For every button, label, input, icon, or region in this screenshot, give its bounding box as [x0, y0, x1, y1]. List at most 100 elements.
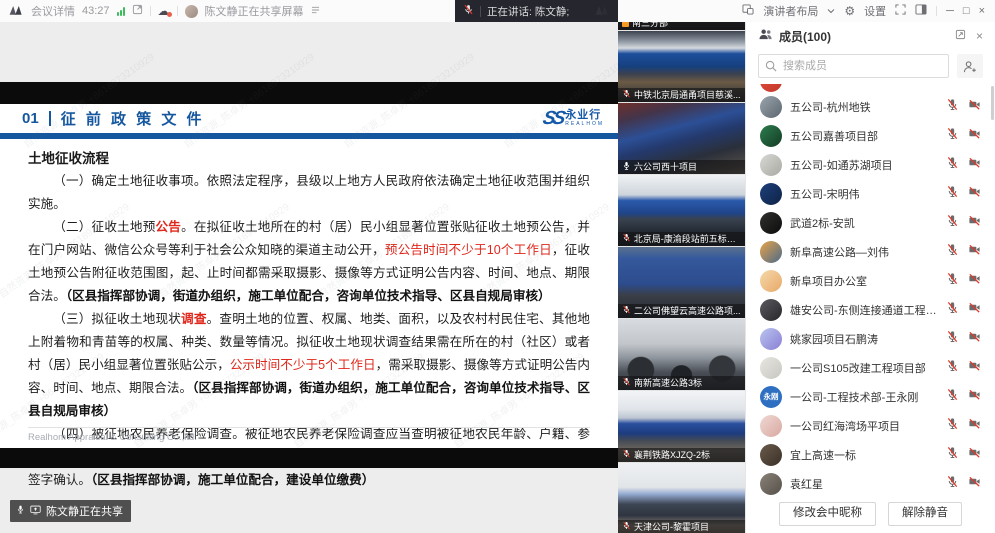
- slide-section-title: 征 前 政 策 文 件: [61, 108, 205, 129]
- search-member-input[interactable]: [758, 54, 949, 78]
- member-search-row: [746, 50, 995, 82]
- mic-muted-icon[interactable]: [946, 388, 959, 406]
- company-logo-cn: 永业行: [565, 110, 604, 121]
- popout-window-icon[interactable]: [132, 4, 143, 18]
- camera-off-icon[interactable]: [968, 359, 981, 377]
- chevron-down-icon[interactable]: [827, 5, 835, 17]
- member-row-partial[interactable]: [746, 84, 995, 92]
- popout-panel-icon[interactable]: [955, 27, 966, 45]
- mic-muted-icon[interactable]: [946, 185, 959, 203]
- slide-body: 土地征收流程 （一）确定土地征收事项。依照法定程序，县级以上地方人民政府依法确定…: [0, 139, 618, 448]
- add-member-button[interactable]: [957, 54, 983, 78]
- mic-muted-icon[interactable]: [946, 417, 959, 435]
- video-thumbnail[interactable]: 六公司西十项目: [618, 103, 745, 174]
- camera-off-icon[interactable]: [968, 272, 981, 290]
- unmute-button[interactable]: 解除静音: [888, 502, 962, 526]
- mic-muted-icon: [463, 4, 474, 18]
- mic-muted-icon[interactable]: [946, 98, 959, 116]
- member-name: 新阜高速公路—刘伟: [790, 244, 938, 260]
- mic-muted-icon[interactable]: [946, 272, 959, 290]
- mic-on-icon: [622, 161, 631, 173]
- camera-off-icon[interactable]: [968, 475, 981, 493]
- mic-muted-icon: [622, 233, 631, 245]
- avatar: [760, 241, 782, 263]
- search-icon: [765, 59, 777, 77]
- close-panel-icon[interactable]: ×: [976, 29, 983, 43]
- company-logo-glyph: SS: [541, 108, 565, 130]
- camera-off-icon[interactable]: [968, 185, 981, 203]
- mic-muted-icon[interactable]: [946, 127, 959, 145]
- camera-off-icon[interactable]: [968, 243, 981, 261]
- video-thumbnail-label: 六公司西十项目: [618, 160, 745, 174]
- members-panel: 成员(100) × 五公司-杭州地铁五公司嘉善项目部五公司-如通苏湖项目五公司-…: [745, 22, 995, 533]
- sharing-status-text: 陈文静正在共享屏幕: [205, 3, 304, 19]
- member-row[interactable]: 五公司-杭州地铁: [746, 92, 995, 121]
- video-thumbnail[interactable]: 二公司佛望云高速公路项...: [618, 247, 745, 318]
- member-row[interactable]: 一公司S105改建工程项目部: [746, 353, 995, 382]
- camera-off-icon[interactable]: [968, 127, 981, 145]
- camera-off-icon[interactable]: [968, 214, 981, 232]
- members-title: 成员(100): [779, 28, 831, 45]
- maximize-button[interactable]: □: [963, 6, 970, 17]
- side-panel-toggle-icon[interactable]: [915, 4, 927, 18]
- cloud-record-icon[interactable]: ☁: [158, 5, 170, 17]
- meeting-timer: 43:27: [82, 5, 110, 17]
- member-row[interactable]: 武道2标-安凯: [746, 208, 995, 237]
- change-nickname-button[interactable]: 修改会中昵称: [779, 502, 876, 526]
- camera-off-icon[interactable]: [968, 301, 981, 319]
- member-row[interactable]: 五公司-如通苏湖项目: [746, 150, 995, 179]
- member-row[interactable]: 新阜高速公路—刘伟: [746, 237, 995, 266]
- gear-icon[interactable]: ⚙: [844, 5, 855, 17]
- video-thumbnail[interactable]: 天津公司-黎霍项目: [618, 463, 745, 533]
- video-thumbnail[interactable]: 襄荆铁路XJZQ-2标: [618, 391, 745, 462]
- mic-muted-icon[interactable]: [946, 475, 959, 493]
- member-name: 武道2标-安凯: [790, 215, 938, 231]
- avatar: [760, 125, 782, 147]
- close-button[interactable]: ×: [979, 6, 985, 17]
- mic-muted-icon[interactable]: [946, 243, 959, 261]
- divider: [480, 6, 481, 17]
- sharing-badge: 陈文静正在共享: [10, 500, 131, 522]
- member-row[interactable]: 新阜项目办公室: [746, 266, 995, 295]
- member-row[interactable]: 宜上高速一标: [746, 440, 995, 469]
- mic-muted-icon[interactable]: [946, 156, 959, 174]
- camera-off-icon[interactable]: [968, 98, 981, 116]
- member-row[interactable]: 雄安公司-东侧连接通道工程项目向志良: [746, 295, 995, 324]
- layout-selector-button[interactable]: 演讲者布局: [763, 3, 818, 19]
- slide-bottom-band: [0, 448, 618, 468]
- fullscreen-icon[interactable]: [895, 4, 906, 18]
- mic-muted-icon[interactable]: [946, 446, 959, 464]
- mic-muted-icon[interactable]: [946, 359, 959, 377]
- member-row[interactable]: 姚家园项目石鹏涛: [746, 324, 995, 353]
- member-row[interactable]: 一公司红海湾场平项目: [746, 411, 995, 440]
- minimize-button[interactable]: ─: [946, 6, 954, 17]
- camera-off-icon[interactable]: [968, 156, 981, 174]
- layout-icon: [742, 4, 754, 18]
- video-thumbnail[interactable]: 中铁北京局通甬项目慈溪...: [618, 31, 745, 102]
- sharing-menu-icon[interactable]: [311, 5, 320, 17]
- mic-muted-icon[interactable]: [946, 330, 959, 348]
- camera-off-icon[interactable]: [968, 388, 981, 406]
- divider: [936, 6, 937, 16]
- member-row[interactable]: 袁红星: [746, 469, 995, 498]
- camera-off-icon[interactable]: [968, 417, 981, 435]
- avatar: [760, 270, 782, 292]
- video-thumbnail[interactable]: 北京局-康渝段站前五标项目: [618, 175, 745, 246]
- video-thumbnail[interactable]: 南新高速公路3标: [618, 319, 745, 390]
- member-row[interactable]: 五公司嘉善项目部: [746, 121, 995, 150]
- members-panel-footer: 修改会中昵称 解除静音: [746, 495, 995, 533]
- settings-button[interactable]: 设置: [864, 3, 886, 19]
- mic-muted-icon[interactable]: [946, 214, 959, 232]
- member-row[interactable]: 永刚一公司-工程技术部-王永刚: [746, 382, 995, 411]
- mic-muted-icon: [622, 449, 631, 461]
- camera-off-icon[interactable]: [968, 446, 981, 464]
- slide-paragraph: （一）确定土地征收事项。依照法定程序，县级以上地方人民政府依法确定土地征收范围并…: [28, 170, 590, 216]
- video-thumbnail-partial[interactable]: 南三分部: [618, 22, 745, 30]
- scrollbar-thumb[interactable]: [991, 86, 994, 120]
- camera-off-icon[interactable]: [968, 330, 981, 348]
- mic-muted-icon[interactable]: [946, 301, 959, 319]
- avatar: [760, 212, 782, 234]
- meeting-details-button[interactable]: 会议详情: [31, 3, 75, 19]
- member-name: 新阜项目办公室: [790, 273, 938, 289]
- member-row[interactable]: 五公司-宋明伟: [746, 179, 995, 208]
